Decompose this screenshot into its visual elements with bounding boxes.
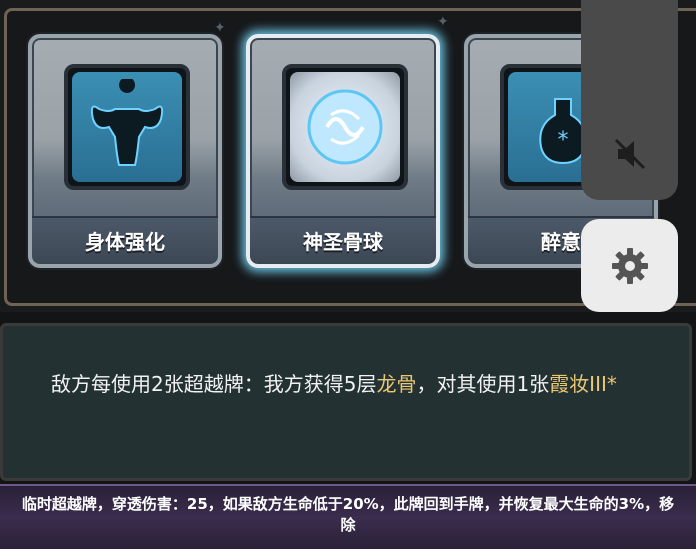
card-name: 神圣骨球 xyxy=(250,216,436,262)
description-text: ，对其使用1张 xyxy=(416,372,550,396)
keyword-card-name: 霞妆III* xyxy=(549,372,617,396)
description-text: 敌方每使用2张超越牌：我方获得5层 xyxy=(51,372,377,396)
card-description: 敌方每使用2张超越牌：我方获得5层龙骨，对其使用1张霞妆III* xyxy=(51,370,651,398)
muscle-body-icon xyxy=(72,72,182,182)
card-holy-bone-orb[interactable]: 神圣骨球 xyxy=(246,34,440,268)
card-art xyxy=(64,64,190,190)
card-name: 身体强化 xyxy=(32,216,218,262)
card-body-strengthen[interactable]: 身体强化 xyxy=(28,34,222,268)
keyword-dragon-bone: 龙骨 xyxy=(376,372,417,396)
card-effect-text: 临时超越牌，穿透伤害：25，如果敌方生命低于20%，此牌回到手牌，并恢复最大生命… xyxy=(21,495,675,534)
settings-button[interactable] xyxy=(581,219,678,312)
mute-button[interactable] xyxy=(581,0,678,200)
volume-muted-icon xyxy=(614,138,645,170)
gear-icon xyxy=(611,247,648,284)
card-effect-footer: 临时超越牌，穿透伤害：25，如果敌方生命低于20%，此牌回到手牌，并恢复最大生命… xyxy=(0,484,696,549)
card-description-box: 敌方每使用2张超越牌：我方获得5层龙骨，对其使用1张霞妆III* xyxy=(0,323,692,481)
card-art xyxy=(282,64,408,190)
svg-text:*: * xyxy=(558,128,569,153)
sparkle-decoration: ✦ xyxy=(437,14,449,30)
sparkle-decoration: ✦ xyxy=(214,20,226,36)
holy-bone-orb-icon xyxy=(290,72,400,182)
